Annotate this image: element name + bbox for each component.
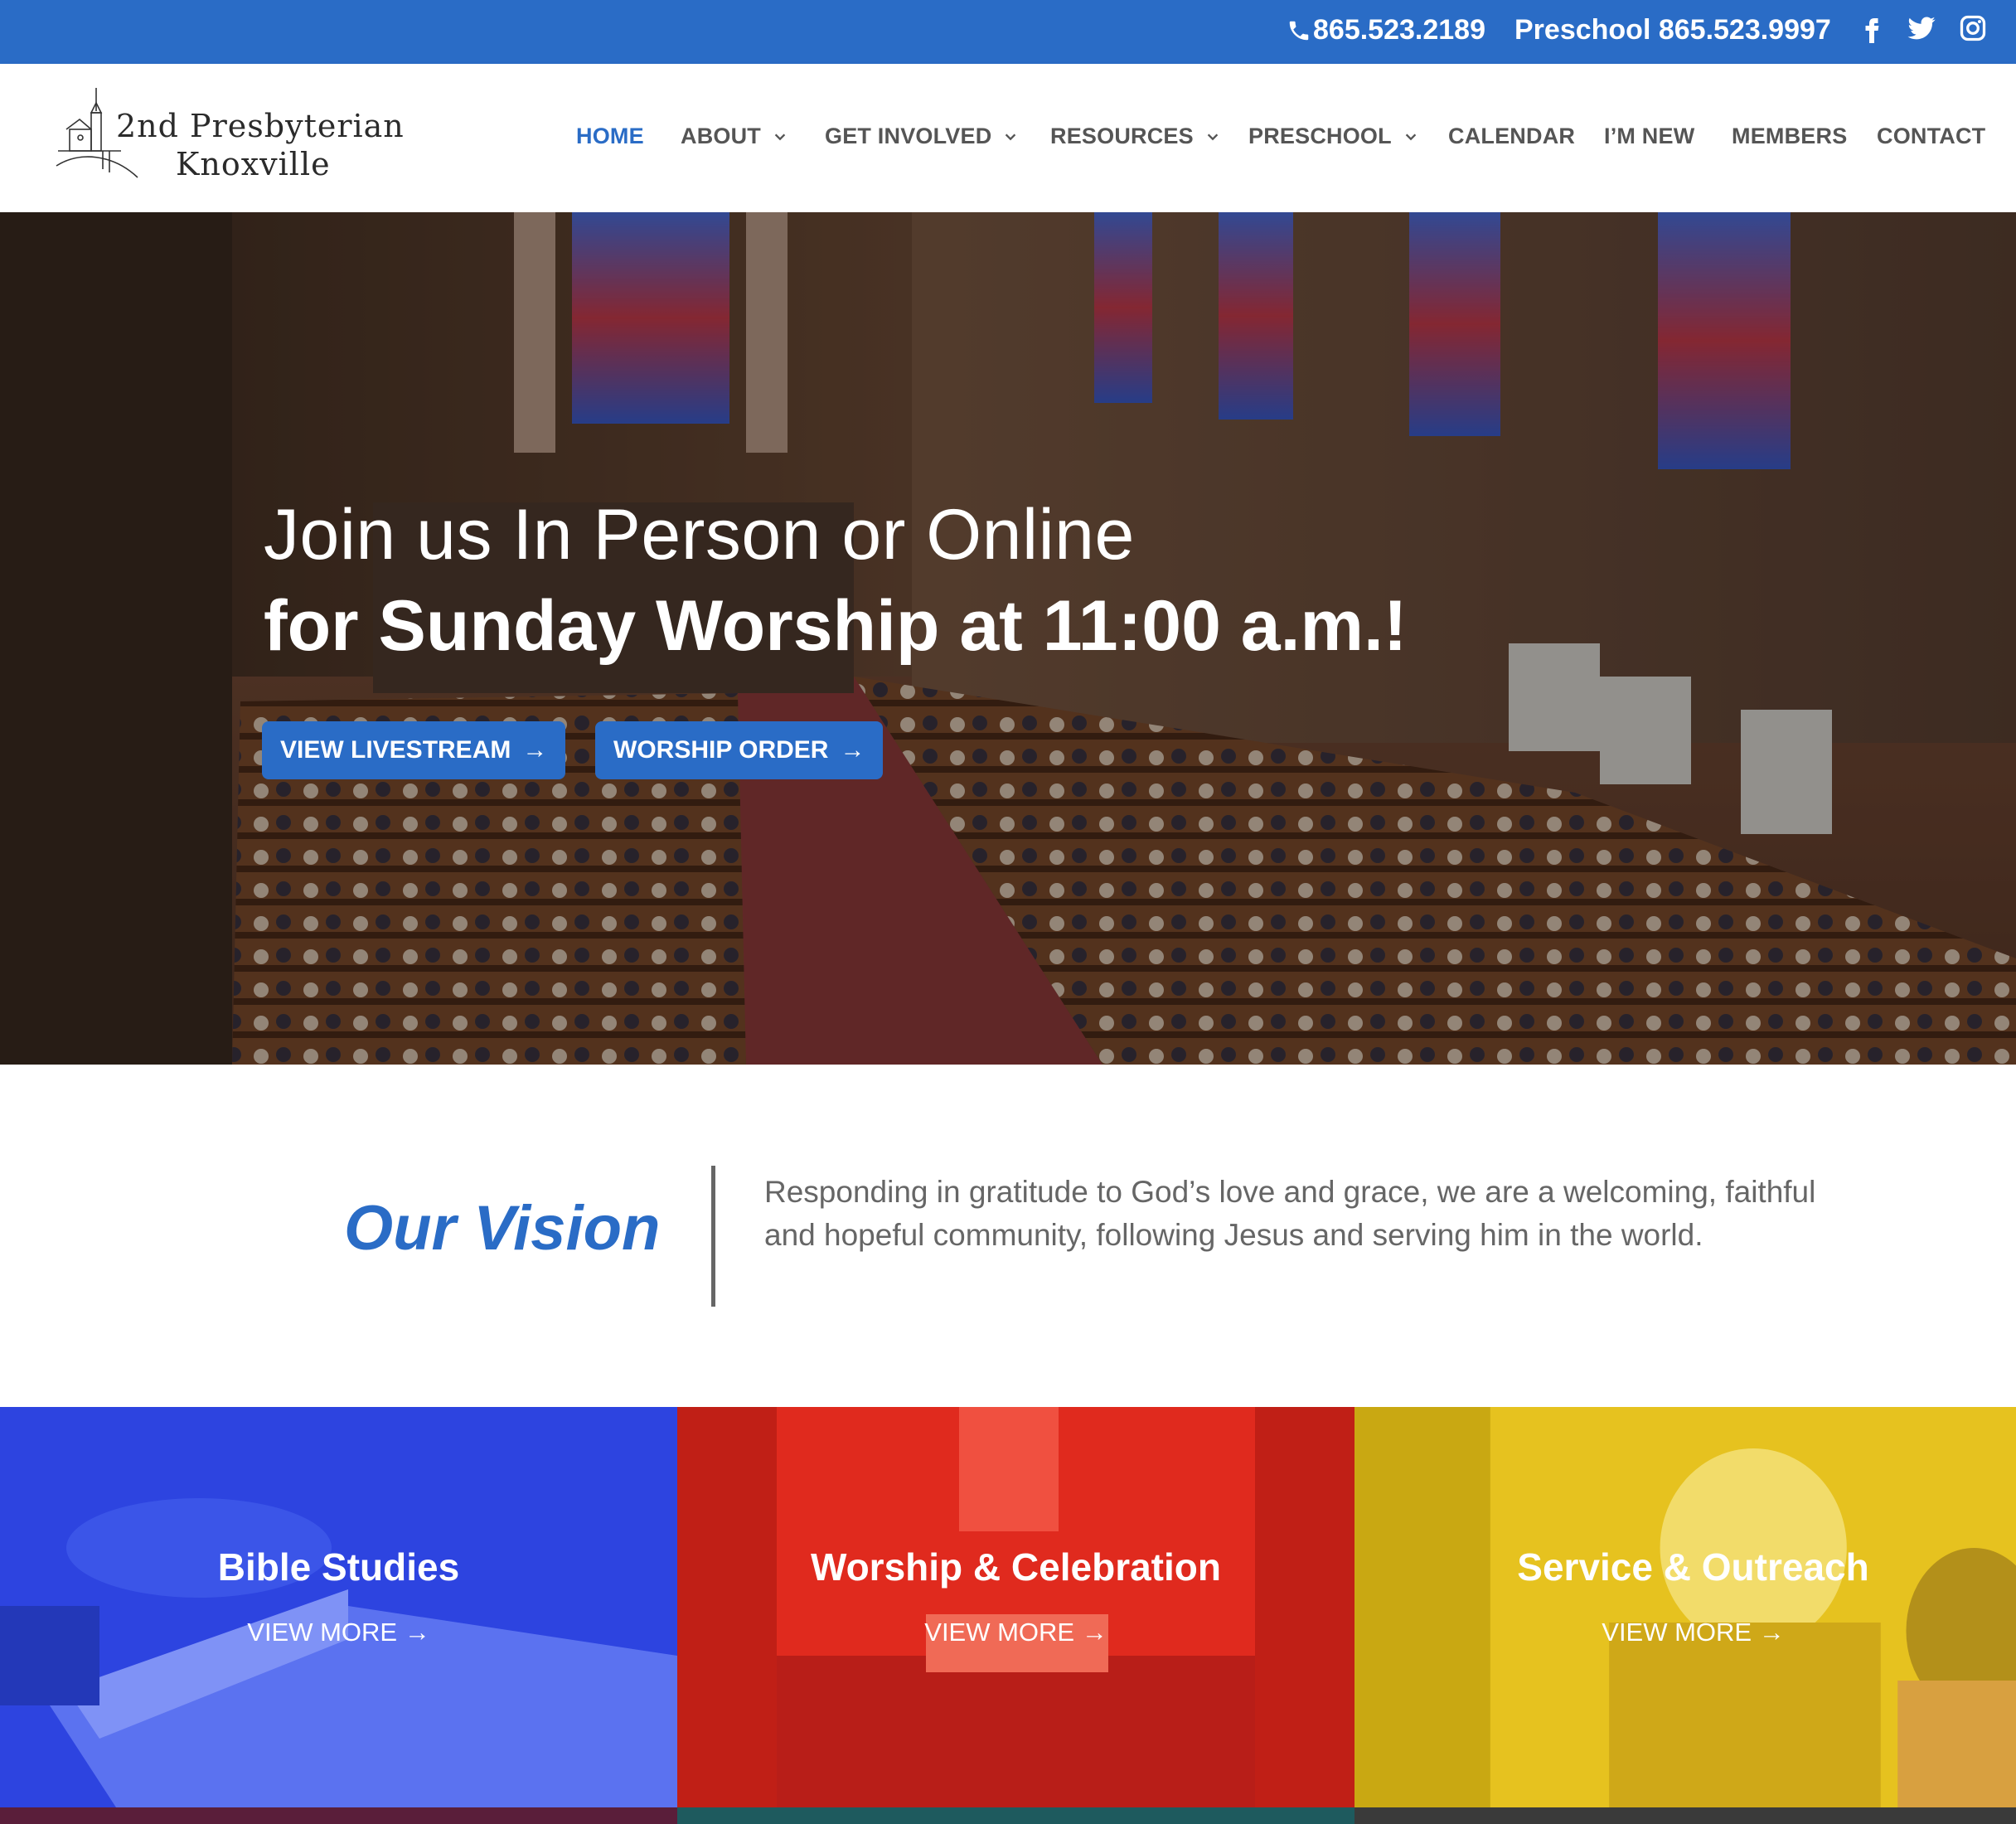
arrow-right-icon: → [1081,1618,1107,1647]
chevron-down-icon [1006,133,1016,140]
nav-get-involved[interactable]: GET INVOLVED [825,124,1018,149]
next-tile-strip [677,1807,1354,1824]
tile-title: Bible Studies [217,1545,460,1589]
view-more-label: VIEW MORE [247,1618,398,1647]
chevron-down-icon [774,133,786,140]
tile-view-more-link[interactable]: VIEW MORE → [677,1618,1354,1647]
view-more-label: VIEW MORE [1602,1618,1752,1647]
nav-members-label: MEMBERS [1732,124,1848,148]
nav-im-new[interactable]: I’M NEW [1604,124,1694,149]
tile-view-more-link[interactable]: VIEW MORE → [0,1618,677,1647]
view-livestream-button[interactable]: VIEW LIVESTREAM → [262,721,566,779]
view-more-label: VIEW MORE [924,1618,1075,1647]
tile-worship-celebration[interactable]: Worship & Celebration VIEW MORE → [677,1407,1354,1807]
nav-members[interactable]: MEMBERS [1732,124,1847,149]
next-tile-strip [0,1807,677,1824]
hero-heading-line-1: Join us In Person or Online [264,495,1135,575]
arrow-right-icon: → [1758,1618,1785,1647]
site-header: 2nd Presbyterian Knoxville HOME ABOUT GE… [0,64,2016,212]
bible-photo [0,1407,677,1807]
nav-home-label: HOME [576,124,644,148]
arrow-right-icon: → [840,736,865,764]
hero-heading-line-2: for Sunday Worship at 11:00 a.m.! [264,586,1408,666]
nav-resources[interactable]: RESOURCES [1050,124,1220,149]
arrow-right-icon: → [522,736,548,764]
top-bar: 865.523.2189 Preschool 865.523.9997 [0,0,2016,64]
logo-line-2: Knoxville [176,146,331,182]
hero-banner: Join us In Person or Online for Sunday W… [0,212,2016,1065]
nav-calendar-label: CALENDAR [1448,124,1576,148]
chevron-down-icon [1405,133,1417,140]
nav-about[interactable]: ABOUT [681,124,788,149]
outreach-photo [1354,1407,2016,1807]
vision-divider [711,1166,715,1307]
phone-link[interactable]: 865.523.2189 [1287,14,1485,46]
nav-contact[interactable]: CONTACT [1877,124,1985,149]
tile-bible-studies[interactable]: Bible Studies VIEW MORE → [0,1407,677,1807]
nav-resources-label: RESOURCES [1050,124,1194,148]
phone-icon [1289,21,1309,40]
tile-service-outreach[interactable]: Service & Outreach VIEW MORE → [1354,1407,2016,1807]
nav-preschool[interactable]: PRESCHOOL [1248,124,1418,149]
nav-contact-label: CONTACT [1877,124,1986,148]
facebook-icon[interactable] [1855,12,1888,45]
site-logo[interactable]: 2nd Presbyterian Knoxville [55,86,404,186]
preschool-phone-link[interactable]: Preschool 865.523.9997 [1514,14,1831,46]
worship-photo [677,1407,1354,1807]
worship-order-label: WORSHIP ORDER [613,736,829,764]
vision-title: Our Vision [344,1193,661,1264]
arrow-right-icon: → [404,1618,430,1647]
phone-number: 865.523.2189 [1313,14,1485,46]
nav-calendar[interactable]: CALENDAR [1448,124,1575,149]
tile-title: Service & Outreach [1517,1545,1869,1589]
worship-order-button[interactable]: WORSHIP ORDER → [595,721,884,779]
view-livestream-label: VIEW LIVESTREAM [280,736,511,764]
nav-about-label: ABOUT [681,124,761,148]
chevron-down-icon [1207,133,1219,140]
nav-im-new-label: I’M NEW [1604,124,1695,148]
vision-statement: Responding in gratitude to God’s love an… [764,1175,1816,1252]
nav-preschool-label: PRESCHOOL [1248,124,1392,148]
logo-line-1: 2nd Presbyterian [116,108,405,144]
tile-title: Worship & Celebration [811,1545,1221,1589]
tile-view-more-link[interactable]: VIEW MORE → [1354,1618,2016,1647]
instagram-icon[interactable] [1956,12,1989,45]
nav-get-involved-label: GET INVOLVED [825,124,992,148]
twitter-icon[interactable] [1905,12,1938,45]
next-tile-strip [1354,1807,2016,1824]
nav-home[interactable]: HOME [576,124,644,149]
